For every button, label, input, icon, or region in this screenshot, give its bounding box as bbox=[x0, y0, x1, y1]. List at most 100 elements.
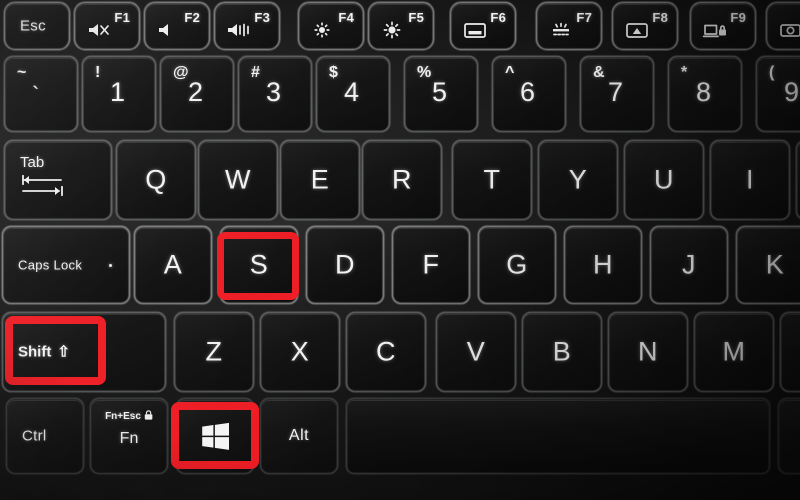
function-key-name: F8 bbox=[652, 10, 668, 25]
key-z[interactable]: Z bbox=[174, 312, 254, 392]
f4-key[interactable]: F4 bbox=[298, 2, 364, 50]
tab-key-label: Tab bbox=[20, 154, 45, 171]
backtick-key-primary-symbol: ` bbox=[32, 82, 40, 107]
key-j[interactable]: J bbox=[650, 226, 728, 304]
digit-6-key[interactable]: ^ 6 bbox=[492, 56, 566, 132]
shift-up-arrow-icon: ⇧ bbox=[57, 343, 70, 361]
digit-1-key-shift-symbol: ! bbox=[95, 64, 101, 81]
key-w[interactable]: W bbox=[198, 140, 278, 220]
fn-esc-combo-label: Fn+Esc bbox=[105, 410, 153, 423]
f9-key[interactable]: F9 bbox=[690, 2, 756, 50]
tab-key[interactable]: Tab bbox=[4, 140, 112, 220]
key-s[interactable]: S bbox=[220, 226, 298, 304]
key-comma-label: , bbox=[782, 339, 800, 366]
brightness-down-icon bbox=[310, 20, 336, 40]
caps-lock-label: Caps Lock bbox=[18, 257, 83, 273]
key-n[interactable]: N bbox=[608, 312, 688, 392]
key-a[interactable]: A bbox=[134, 226, 212, 304]
key-i[interactable]: I bbox=[710, 140, 790, 220]
digit-2-key-shift-symbol: @ bbox=[173, 64, 189, 81]
key-q[interactable]: Q bbox=[116, 140, 196, 220]
key-f-label: F bbox=[422, 249, 440, 280]
key-e[interactable]: E bbox=[280, 140, 360, 220]
digit-7-key-shift-symbol: & bbox=[593, 64, 605, 81]
key-b[interactable]: B bbox=[522, 312, 602, 392]
digit-3-key[interactable]: #3 bbox=[238, 56, 312, 132]
digit-8-key[interactable]: * 8 bbox=[668, 56, 742, 132]
key-k[interactable]: K bbox=[736, 226, 800, 304]
key-g[interactable]: G bbox=[478, 226, 556, 304]
touchpad-icon bbox=[462, 20, 488, 40]
key-c-label: C bbox=[376, 336, 396, 367]
caps-lock-key[interactable]: Caps Lock bbox=[2, 226, 130, 304]
key-b-label: B bbox=[552, 336, 572, 367]
function-key-name: F1 bbox=[114, 10, 130, 25]
digit-4-key[interactable]: $4 bbox=[316, 56, 390, 132]
f7-key[interactable]: F7 bbox=[536, 2, 602, 50]
caps-lock-indicator-dot bbox=[109, 263, 112, 267]
windows-key[interactable] bbox=[176, 398, 254, 474]
key-m-label: M bbox=[722, 336, 746, 367]
backtick-key-shift-symbol: ~ bbox=[17, 64, 27, 81]
f6-key[interactable]: F6 bbox=[450, 2, 516, 50]
escape-key[interactable]: Esc bbox=[4, 2, 70, 50]
right-alt-key[interactable] bbox=[778, 398, 800, 474]
escape-key-label: Esc bbox=[20, 17, 46, 35]
key-comma[interactable]: , bbox=[780, 312, 800, 392]
key-k-label: K bbox=[765, 249, 785, 280]
key-h[interactable]: H bbox=[564, 226, 642, 304]
function-key-name: F7 bbox=[576, 10, 592, 25]
digit-5-key[interactable]: % 5 bbox=[404, 56, 478, 132]
digit-7-key[interactable]: & 7 bbox=[580, 56, 654, 132]
volume-down-icon bbox=[156, 20, 182, 40]
key-y-label: Y bbox=[568, 164, 588, 195]
keyboard-backlight-icon bbox=[548, 20, 574, 40]
digit-2-key-primary-symbol: 2 bbox=[188, 77, 204, 107]
digit-9-key[interactable]: (9 bbox=[756, 56, 800, 132]
digit-8-key-shift-symbol: * bbox=[681, 64, 688, 81]
key-g-label: G bbox=[506, 249, 528, 280]
digit-7-key-primary-symbol: 7 bbox=[608, 77, 624, 107]
display-switch-icon bbox=[624, 20, 650, 40]
key-d[interactable]: D bbox=[306, 226, 384, 304]
key-y[interactable]: Y bbox=[538, 140, 618, 220]
brightness-up-icon bbox=[380, 20, 406, 40]
f5-key[interactable]: F5 bbox=[368, 2, 434, 50]
digit-6-key-primary-symbol: 6 bbox=[520, 77, 536, 107]
key-m[interactable]: M bbox=[694, 312, 774, 392]
key-u-label: U bbox=[654, 164, 674, 195]
f1-key[interactable]: F1 bbox=[74, 2, 140, 50]
key-t-label: T bbox=[483, 164, 501, 195]
key-r[interactable]: R bbox=[362, 140, 442, 220]
key-q-label: Q bbox=[145, 164, 167, 195]
key-v[interactable]: V bbox=[436, 312, 516, 392]
f8-key[interactable]: F8 bbox=[612, 2, 678, 50]
backtick-key[interactable]: ~ ` bbox=[4, 56, 78, 132]
key-x[interactable]: X bbox=[260, 312, 340, 392]
shift-text: Shift bbox=[18, 343, 52, 361]
key-t[interactable]: T bbox=[452, 140, 532, 220]
key-h-label: H bbox=[593, 249, 613, 280]
digit-1-key[interactable]: ! 1 bbox=[82, 56, 156, 132]
left-ctrl-key[interactable]: Ctrl bbox=[6, 398, 84, 474]
f10-key[interactable] bbox=[766, 2, 800, 50]
f3-key[interactable]: F3 bbox=[214, 2, 280, 50]
spacebar[interactable] bbox=[346, 398, 770, 474]
key-n-label: N bbox=[638, 336, 658, 367]
lock-badge-icon bbox=[144, 410, 153, 423]
left-alt-key[interactable]: Alt bbox=[260, 398, 338, 474]
key-j-label: J bbox=[682, 249, 696, 280]
fn-key[interactable]: Fn+Esc Fn bbox=[90, 398, 168, 474]
key-r-label: R bbox=[392, 164, 412, 195]
key-s-label: S bbox=[249, 249, 269, 280]
function-key-name: F3 bbox=[254, 10, 270, 25]
key-c[interactable]: C bbox=[346, 312, 426, 392]
left-ctrl-key-label: Ctrl bbox=[22, 427, 47, 445]
left-shift-key[interactable]: Shift ⇧ bbox=[2, 312, 166, 392]
key-d-label: D bbox=[335, 249, 355, 280]
key-f[interactable]: F bbox=[392, 226, 470, 304]
digit-9-key-shift-symbol: ( bbox=[769, 64, 775, 81]
key-u[interactable]: U bbox=[624, 140, 704, 220]
f2-key[interactable]: F2 bbox=[144, 2, 210, 50]
digit-2-key[interactable]: @2 bbox=[160, 56, 234, 132]
